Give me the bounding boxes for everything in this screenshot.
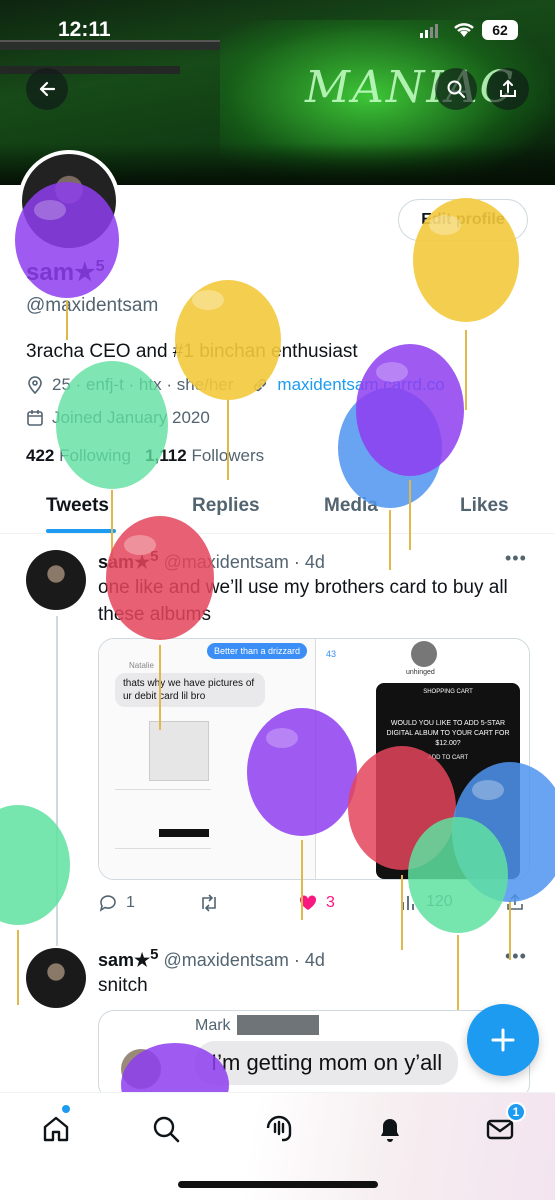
home-notification-dot [62,1105,70,1113]
tab-replies[interactable]: Replies [192,495,260,517]
back-arrow-icon [39,81,56,97]
messages-badge: 1 [506,1102,526,1122]
tweet-text: snitch [98,975,148,996]
profile-link[interactable]: maxidentsam.carrd.co [277,375,444,395]
cart-table [115,789,211,849]
profile-name: sam★5 [26,258,105,286]
like-count: 3 [326,894,335,911]
home-indicator [178,1181,378,1188]
contact-name: unhinged [406,669,435,676]
search-button[interactable] [435,68,477,110]
profile-avatar[interactable] [18,150,120,252]
follow-stats: 422 Following 1,112 Followers [26,446,264,466]
media-screenshot-left: Better than a drizzard Natalie thats why… [99,639,315,879]
tab-indicator [46,529,116,533]
followers-link[interactable]: 1,112 Followers [145,446,264,465]
stage-truss-lower [0,66,180,74]
compose-icon [491,1028,515,1052]
profile-handle: @maxidentsam [26,295,159,316]
heart-icon [299,895,317,910]
cart-add-button: ADD TO CART [427,755,469,761]
tab-tweets[interactable]: Tweets [46,495,109,517]
location-icon [28,376,42,394]
thread-line [56,616,58,946]
reply-count: 1 [126,894,135,911]
views-action[interactable]: 120 [400,893,453,911]
search-icon [153,1116,180,1143]
nav-home[interactable] [40,1113,72,1145]
tweet-text: one like and we’ll use my brothers card … [98,577,508,625]
reply-icon [99,895,116,912]
profile-bio: 3racha CEO and #1 binchan enthusiast [26,341,358,362]
share-profile-button[interactable] [487,68,529,110]
message-bubble: I’m getting mom on y’all [195,1041,459,1085]
retweet-action[interactable] [198,893,220,913]
tweet-media[interactable]: Mark I’m getting mom on y’all [98,1010,530,1100]
message-sender: Natalie [129,661,154,670]
bell-icon [381,1119,399,1142]
nav-search[interactable] [150,1113,182,1145]
reply-action[interactable]: 1 [98,893,135,913]
tab-likes[interactable]: Likes [460,495,509,517]
battery-icon: 62 [482,20,518,40]
profile-meta: 25 · enfj-t · htx · she/her maxidentsam.… [26,375,445,395]
nav-spaces[interactable] [263,1113,295,1145]
profile-tabs: Tweets Replies Media Likes [0,480,555,534]
tweet-header: sam★5 @maxidentsam · 4d [98,548,325,572]
message-bubble: thats why we have pictures of ur debit c… [115,673,265,707]
views-icon [402,896,414,910]
joined-text: Joined January 2020 [52,408,210,427]
tweet-more-button[interactable]: ••• [505,548,527,569]
profile-meta-text: 25 · enfj-t · htx · she/her [52,375,234,394]
signal-icon [420,24,440,43]
tweet-header: sam★5 @maxidentsam · 4d [98,946,325,970]
cart-prompt: WOULD YOU LIKE TO ADD 5-STAR DIGITAL ALB… [386,720,510,747]
calendar-icon [27,410,43,426]
tweet-avatar[interactable] [26,948,86,1008]
back-count: 43 [326,649,337,659]
share-icon [500,79,516,97]
profile-joined: Joined January 2020 [26,408,210,428]
retweet-icon [202,894,216,912]
share-action[interactable] [506,893,524,911]
tweet-media[interactable]: Better than a drizzard Natalie thats why… [98,638,530,880]
cart-title: SHOPPING CART [423,689,473,695]
search-icon [447,80,466,99]
back-button[interactable] [26,68,68,110]
tweet-more-button[interactable]: ••• [505,946,527,967]
view-count: 120 [426,893,453,910]
home-icon [43,1116,69,1142]
tweet-avatar[interactable] [26,550,86,610]
spaces-icon [266,1115,292,1142]
following-link[interactable]: 422 Following [26,446,131,465]
message-bubble: Better than a drizzard [207,643,308,659]
album-thumb [149,721,209,781]
message-avatar [121,1049,161,1089]
wifi-icon [452,20,476,43]
contact-avatar [411,641,437,667]
nav-notifications[interactable] [374,1113,406,1145]
stage-screen-text: MANIAC [305,62,516,113]
message-sender: Mark [195,1017,231,1034]
status-time: 12:11 [58,18,111,41]
update-cart-button [159,829,209,837]
share-icon [507,893,523,910]
like-action[interactable]: 3 [298,893,335,913]
media-screenshot-right: 43 unhinged SHOPPING CART WOULD YOU LIKE… [315,639,529,879]
edit-profile-button[interactable]: Edit profile [398,199,528,241]
balloon-icon [338,388,442,570]
tab-media[interactable]: Media [324,495,378,517]
shopping-cart-screenshot: SHOPPING CART WOULD YOU LIKE TO ADD 5-ST… [376,683,520,879]
redacted-name [237,1015,319,1035]
compose-button[interactable] [467,1004,539,1076]
link-icon [254,378,267,392]
